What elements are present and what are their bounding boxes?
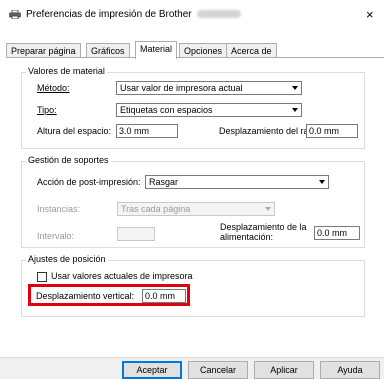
- window-title: Preferencias de impresión de Brother: [26, 9, 241, 20]
- usar-valores-checkbox[interactable]: [37, 272, 47, 282]
- chevron-down-icon: [292, 86, 298, 90]
- metodo-select[interactable]: Usar valor de impresora actual: [116, 81, 302, 95]
- desplazamiento-rango-input[interactable]: 0.0 mm: [306, 124, 358, 138]
- alimentacion-label: Desplazamiento de la alimentación:: [220, 222, 307, 242]
- tab-material[interactable]: Material: [135, 41, 178, 59]
- ok-button[interactable]: Aceptar: [122, 361, 182, 379]
- usar-valores-label[interactable]: Usar valores actuales de impresora: [51, 271, 193, 281]
- blurred-model-name: [196, 10, 241, 19]
- help-button[interactable]: Ayuda: [320, 361, 380, 379]
- tipo-select[interactable]: Etiquetas con espacios: [116, 103, 302, 117]
- metodo-label: Método:: [37, 83, 70, 93]
- tab-opciones[interactable]: Opciones: [179, 43, 228, 58]
- alimentacion-input[interactable]: 0.0 mm: [314, 226, 360, 240]
- altura-input[interactable]: 3.0 mm: [116, 124, 178, 138]
- intervalo-input: [117, 227, 155, 241]
- highlight-box: [28, 284, 190, 306]
- tab-acerca-de[interactable]: Acerca de: [226, 43, 277, 58]
- group-title-ajustes: Ajustes de posición: [26, 254, 108, 264]
- chevron-down-icon: [292, 108, 298, 112]
- chevron-down-icon: [319, 180, 325, 184]
- chevron-down-icon: [265, 207, 271, 211]
- cancel-button[interactable]: Cancelar: [188, 361, 248, 379]
- accion-select[interactable]: Rasgar: [145, 175, 329, 189]
- altura-label: Altura del espacio:: [37, 126, 112, 136]
- printer-icon: [9, 10, 21, 19]
- tipo-label: Tipo:: [37, 105, 57, 115]
- tab-graficos[interactable]: Gráficos: [86, 43, 130, 58]
- apply-button[interactable]: Aplicar: [254, 361, 314, 379]
- instancias-label: Instancias:: [37, 204, 81, 214]
- accion-label: Acción de post-impresión:: [37, 177, 141, 187]
- title-bar: Preferencias de impresión de Brother ×: [0, 0, 384, 30]
- intervalo-label: Intervalo:: [37, 231, 75, 241]
- group-title-valores: Valores de material: [26, 66, 107, 76]
- instancias-select: Tras cada página: [117, 202, 275, 216]
- group-title-gestion: Gestión de soportes: [26, 155, 111, 165]
- tab-preparar-pagina[interactable]: Preparar página: [6, 43, 81, 58]
- close-button[interactable]: ×: [366, 7, 374, 22]
